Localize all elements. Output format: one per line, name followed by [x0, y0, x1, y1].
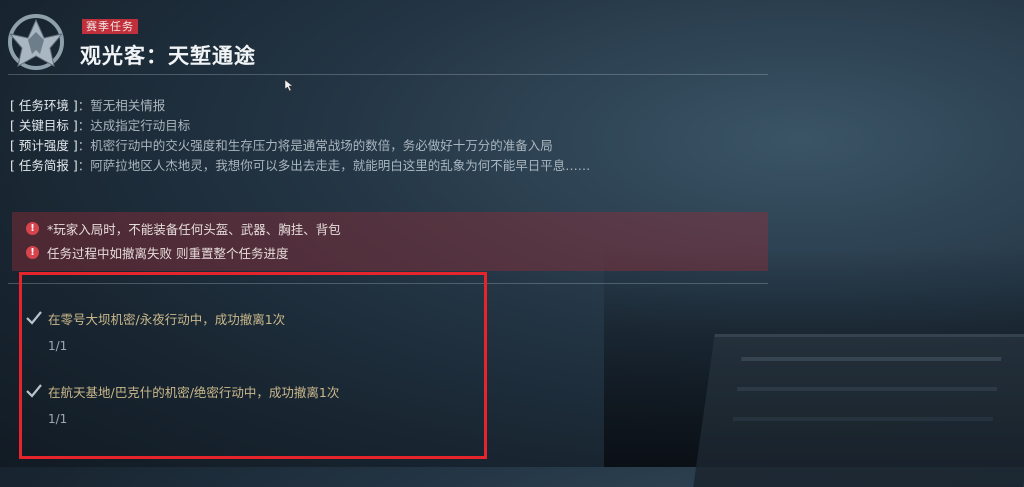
exclamation-circle-icon: !	[26, 245, 39, 259]
title-divider	[8, 74, 768, 75]
warning-box: ! *玩家入局时，不能装备任何头盔、武器、胸挂、背包 ! 任务过程中如撤离失败 …	[12, 212, 768, 271]
info-separator: ：	[77, 158, 91, 173]
exclamation-circle-icon: !	[26, 221, 39, 235]
eagle-shield-emblem-icon	[8, 14, 64, 70]
info-row-intensity: [ 预计强度 ] ： 机密行动中的交火强度和生存压力将是通常战场的数倍，务必做好…	[10, 136, 620, 156]
info-value: 机密行动中的交火强度和生存压力将是通常战场的数倍，务必做好十万分的准备入局	[90, 138, 553, 153]
info-separator: ：	[77, 118, 91, 133]
warning-text: 任务过程中如撤离失败 则重置整个任务进度	[47, 245, 289, 261]
info-row-briefing: [ 任务简报 ] ： 阿萨拉地区人杰地灵，我想你可以多出去走走，就能明白这里的乱…	[10, 156, 620, 176]
info-label: [ 预计强度 ]	[10, 138, 78, 153]
mouse-pointer-icon	[285, 80, 293, 91]
info-label: [ 任务环境 ]	[10, 98, 78, 113]
info-separator: ：	[77, 138, 91, 153]
info-value: 暂无相关情报	[90, 98, 166, 113]
info-row-environment: [ 任务环境 ] ： 暂无相关情报	[10, 96, 620, 116]
info-label: [ 任务简报 ]	[10, 158, 78, 173]
info-separator: ：	[77, 98, 91, 113]
info-row-key-target: [ 关键目标 ] ： 达成指定行动目标	[10, 116, 620, 136]
info-label: [ 关键目标 ]	[10, 118, 78, 133]
background-crate-image	[693, 334, 1024, 487]
season-task-badge: 赛季任务	[82, 19, 138, 34]
info-value: 阿萨拉地区人杰地灵，我想你可以多出去走走，就能明白这里的乱象为何不能早日平息……	[90, 158, 591, 173]
objectives-highlight-frame	[19, 272, 487, 459]
task-title: 观光客：天堑通途	[80, 44, 256, 68]
warning-text: *玩家入局时，不能装备任何头盔、武器、胸挂、背包	[47, 221, 341, 237]
warning-item: ! *玩家入局时，不能装备任何头盔、武器、胸挂、背包	[26, 218, 768, 238]
info-value: 达成指定行动目标	[90, 118, 191, 133]
task-info-list: [ 任务环境 ] ： 暂无相关情报 [ 关键目标 ] ： 达成指定行动目标 [ …	[10, 96, 620, 176]
warning-item: ! 任务过程中如撤离失败 则重置整个任务进度	[26, 242, 768, 262]
